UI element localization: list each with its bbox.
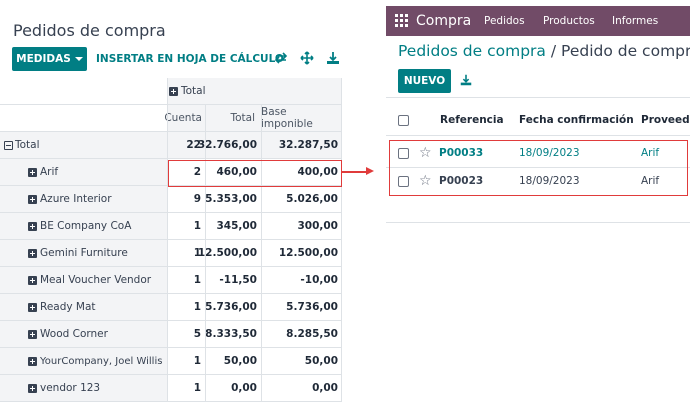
pivot-row: Azure Interior 9 5.353,00 5.026,00 bbox=[0, 186, 342, 213]
plus-square-icon bbox=[28, 329, 37, 339]
nav-menu-informes[interactable]: Informes bbox=[612, 15, 658, 27]
cell-base[interactable]: 50,00 bbox=[261, 348, 342, 374]
arrow-head-icon bbox=[366, 167, 374, 175]
cell-total[interactable]: 50,00 bbox=[205, 348, 261, 374]
cell-total[interactable]: 5.353,00 bbox=[205, 186, 261, 212]
list-header: Referencia Fecha confirmación Proveedor bbox=[386, 107, 690, 133]
plus-square-icon bbox=[28, 248, 37, 258]
pivot-total-row: Total 22 32.766,00 32.287,50 bbox=[0, 132, 342, 159]
pivot-row: YourCompany, Joel Willis 1 50,00 50,00 bbox=[0, 348, 342, 375]
plus-square-icon bbox=[28, 383, 37, 393]
pivot-header-measure-row: Cuenta Total Base imponible bbox=[0, 105, 342, 132]
plus-square-icon bbox=[28, 275, 37, 285]
cell-total[interactable]: 12.500,00 bbox=[198, 240, 261, 266]
pivot-row-header[interactable]: Ready Mat bbox=[0, 294, 167, 320]
pivot-header-group-row: Total bbox=[0, 78, 342, 105]
pivot-row-header-total[interactable]: Total bbox=[0, 132, 167, 158]
swap-axis-icon[interactable] bbox=[273, 50, 289, 66]
row-divider bbox=[386, 135, 690, 136]
column-header-reference[interactable]: Referencia bbox=[440, 107, 504, 133]
cell-count[interactable]: 9 bbox=[167, 186, 205, 212]
pivot-row: Wood Corner 5 8.333,50 8.285,50 bbox=[0, 321, 342, 348]
cell-total[interactable]: 32.766,00 bbox=[198, 132, 261, 158]
measures-button-label: MEDIDAS bbox=[16, 53, 71, 65]
pivot-row: Gemini Furniture 1 12.500,00 12.500,00 bbox=[0, 240, 342, 267]
apps-grid-icon[interactable] bbox=[395, 14, 408, 27]
cell-count[interactable]: 5 bbox=[167, 321, 205, 347]
cell-base[interactable]: 12.500,00 bbox=[261, 240, 342, 266]
cell-count[interactable]: 1 bbox=[167, 294, 205, 320]
insert-spreadsheet-link[interactable]: INSERTAR EN HOJA DE CÁLCULO bbox=[96, 53, 284, 65]
pivot-row: Meal Voucher Vendor 1 -11,50 -10,00 bbox=[0, 267, 342, 294]
highlight-box bbox=[389, 140, 688, 196]
top-navbar: Compra Pedidos Productos Informes bbox=[386, 6, 690, 36]
cell-count[interactable]: 1 bbox=[167, 213, 205, 239]
cell-count[interactable]: 1 bbox=[167, 348, 205, 374]
cell-base[interactable]: 0,00 bbox=[261, 375, 342, 401]
nav-menu-productos[interactable]: Productos bbox=[543, 15, 595, 27]
breadcrumb: Pedidos de compra / Pedido de compra bbox=[398, 42, 690, 60]
cell-count[interactable]: 1 bbox=[167, 375, 205, 401]
cell-total[interactable]: 0,00 bbox=[205, 375, 261, 401]
measure-header-base[interactable]: Base imponible bbox=[261, 105, 342, 131]
pivot-row-header[interactable]: Arif bbox=[0, 159, 167, 185]
new-button[interactable]: NUEVO bbox=[398, 69, 451, 93]
cell-base[interactable]: 5.736,00 bbox=[261, 294, 342, 320]
plus-square-icon bbox=[28, 302, 37, 312]
measures-button[interactable]: MEDIDAS bbox=[12, 47, 87, 71]
highlight-box bbox=[168, 160, 342, 187]
measure-header-total[interactable]: Total bbox=[205, 105, 261, 131]
pivot-row-header[interactable]: Wood Corner bbox=[0, 321, 167, 347]
grid-divider bbox=[205, 105, 206, 402]
download-icon[interactable] bbox=[459, 73, 473, 87]
grid-divider bbox=[261, 105, 262, 402]
caret-down-icon bbox=[74, 57, 83, 61]
plus-square-icon bbox=[28, 167, 37, 177]
breadcrumb-separator: / bbox=[550, 42, 557, 60]
cell-base[interactable]: 32.287,50 bbox=[261, 132, 342, 158]
plus-square-icon bbox=[169, 86, 178, 96]
measure-header-count[interactable]: Cuenta bbox=[164, 105, 205, 131]
grid-divider bbox=[341, 78, 342, 402]
breadcrumb-current: Pedido de compra bbox=[561, 42, 690, 60]
cell-total[interactable]: 345,00 bbox=[205, 213, 261, 239]
nav-menu-pedidos[interactable]: Pedidos bbox=[484, 15, 525, 27]
pivot-row-header[interactable]: Azure Interior bbox=[0, 186, 167, 212]
pivot-row-header[interactable]: vendor 123 bbox=[0, 375, 167, 401]
cell-base[interactable]: 5.026,00 bbox=[261, 186, 342, 212]
download-icon[interactable] bbox=[325, 50, 341, 66]
cell-count[interactable]: 1 bbox=[167, 267, 205, 293]
page-title: Pedidos de compra bbox=[13, 21, 166, 40]
pivot-row-header[interactable]: YourCompany, Joel Willis bbox=[0, 348, 167, 374]
plus-square-icon bbox=[28, 221, 37, 231]
pivot-row-header[interactable]: Gemini Furniture bbox=[0, 240, 167, 266]
cell-base[interactable]: 300,00 bbox=[261, 213, 342, 239]
pivot-col-header-total[interactable]: Total bbox=[167, 78, 342, 104]
purchase-list-panel: Compra Pedidos Productos Informes Pedido… bbox=[386, 0, 690, 407]
cell-total[interactable]: -11,50 bbox=[205, 267, 261, 293]
cell-base[interactable]: 8.285,50 bbox=[261, 321, 342, 347]
cell-total[interactable]: 8.333,50 bbox=[205, 321, 261, 347]
expand-all-icon[interactable] bbox=[299, 50, 315, 66]
pivot-row: vendor 123 1 0,00 0,00 bbox=[0, 375, 342, 402]
toolbar-divider bbox=[386, 97, 690, 98]
cell-total[interactable]: 5.736,00 bbox=[205, 294, 261, 320]
pivot-row: BE Company CoA 1 345,00 300,00 bbox=[0, 213, 342, 240]
column-header-date[interactable]: Fecha confirmación bbox=[519, 107, 634, 133]
plus-square-icon bbox=[28, 194, 37, 204]
row-divider bbox=[386, 222, 690, 223]
pivot-row-header[interactable]: Meal Voucher Vendor bbox=[0, 267, 167, 293]
cell-base[interactable]: -10,00 bbox=[261, 267, 342, 293]
plus-square-icon bbox=[28, 356, 37, 366]
breadcrumb-parent[interactable]: Pedidos de compra bbox=[398, 42, 546, 60]
app-name[interactable]: Compra bbox=[416, 13, 471, 29]
column-header-vendor[interactable]: Proveedor bbox=[641, 107, 690, 133]
pivot-panel: Pedidos de compra MEDIDAS INSERTAR EN HO… bbox=[0, 0, 356, 407]
minus-square-icon bbox=[4, 140, 13, 150]
pivot-row: Ready Mat 1 5.736,00 5.736,00 bbox=[0, 294, 342, 321]
select-all-checkbox[interactable] bbox=[398, 107, 409, 133]
grid-divider bbox=[167, 78, 168, 402]
pivot-row-header[interactable]: BE Company CoA bbox=[0, 213, 167, 239]
